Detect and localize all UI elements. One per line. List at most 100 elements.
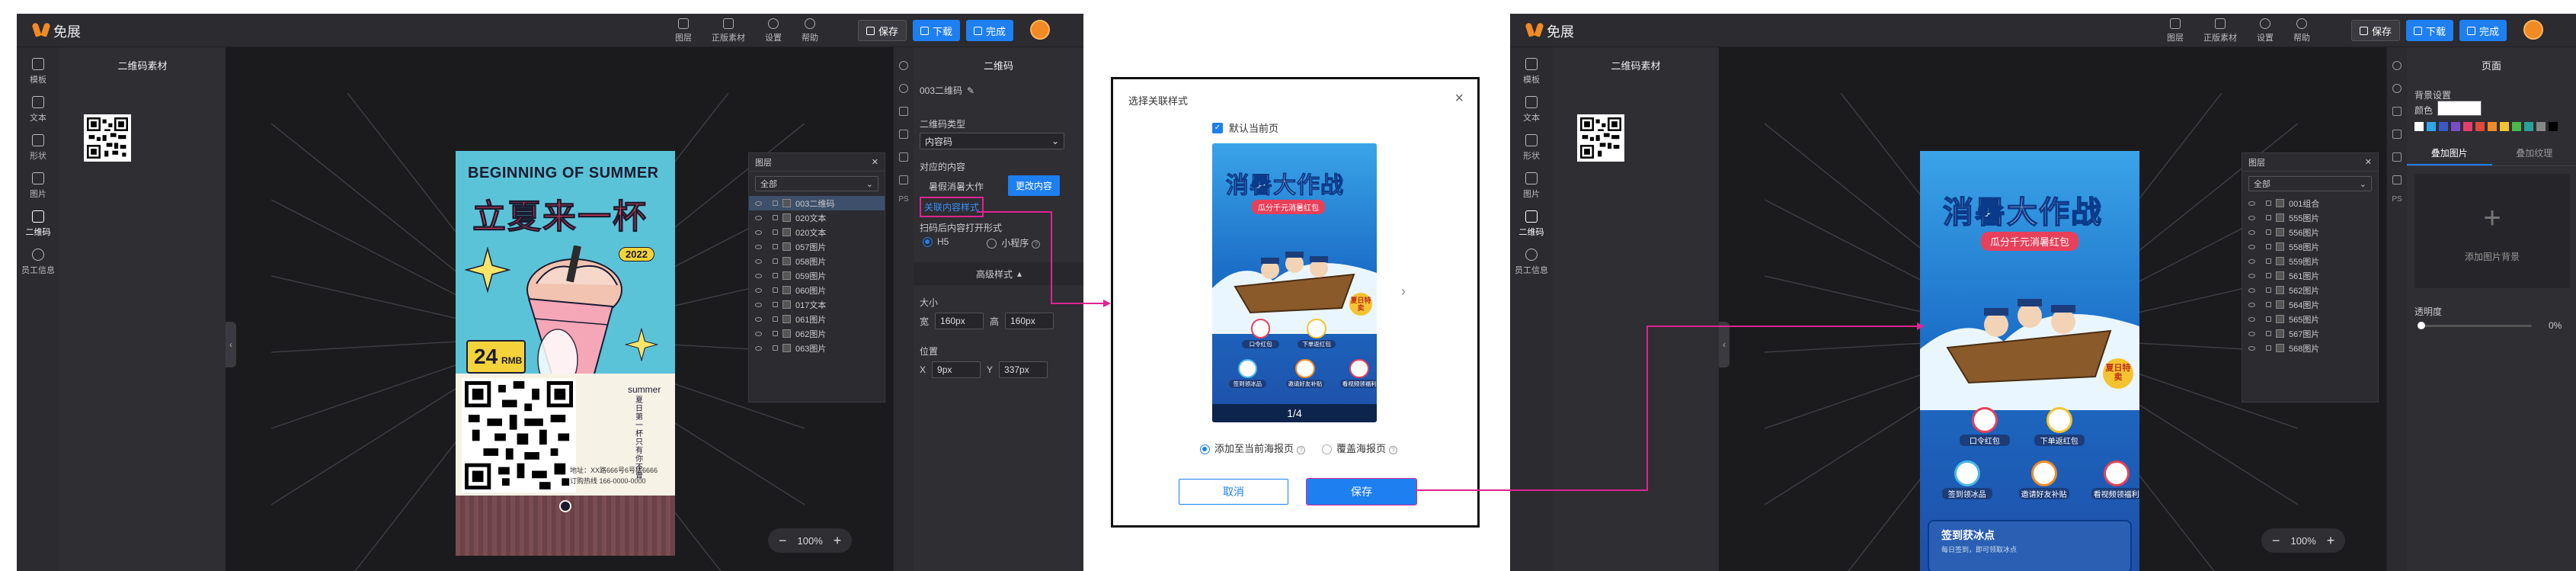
change-content-button[interactable]: 更改内容 [1008, 175, 1061, 196]
lock-icon[interactable] [2266, 273, 2271, 278]
chevron-right-icon[interactable]: › [1401, 284, 1406, 300]
link-style-button[interactable]: 关联内容样式 [920, 197, 984, 217]
layer-filter-select[interactable]: 全部 ⌄ [2248, 176, 2372, 191]
done-button[interactable]: 完成 [2459, 20, 2507, 41]
eye-icon[interactable] [2248, 273, 2255, 278]
sidebar-item-image[interactable]: 图片 [1510, 172, 1553, 200]
tool-settings[interactable]: 设置 [2257, 18, 2274, 43]
sidebar-item-text[interactable]: 文本 [1510, 96, 1553, 124]
download-button[interactable]: 下载 [913, 20, 961, 41]
magnet-icon[interactable] [2392, 152, 2402, 162]
save-button[interactable]: 保存 [858, 20, 907, 41]
layer-row[interactable]: 020文本 [749, 210, 885, 225]
close-icon[interactable]: ✕ [2365, 157, 2372, 167]
tab-overlay-texture[interactable]: 叠加纹理 [2492, 142, 2576, 165]
lock-icon[interactable] [773, 244, 778, 249]
poster-war[interactable]: 消暑大作战 瓜分千元消暑红包 夏日特卖 口令红包 下单返红包 签到领冰品 邀请好友补贴… [1920, 151, 2139, 571]
layer-row[interactable]: 562图片 [2242, 283, 2378, 297]
sidebar-item-text[interactable]: 文本 [17, 96, 59, 124]
tool-licensed-assets[interactable]: 正版素材 [712, 18, 745, 43]
download-button[interactable]: 下载 [2406, 20, 2454, 41]
sidebar-item-template[interactable]: 模板 [1510, 58, 1553, 85]
lock-icon[interactable] [773, 258, 778, 264]
close-icon[interactable]: × [1454, 90, 1464, 107]
opacity-slider-knob[interactable] [2418, 322, 2425, 329]
lock-icon[interactable] [773, 273, 778, 278]
eye-icon[interactable] [755, 287, 762, 293]
undo-icon[interactable] [2392, 61, 2402, 70]
sidebar-item-staff-info[interactable]: 员工信息 [17, 249, 59, 276]
color-swatch[interactable] [2488, 122, 2497, 131]
qrcode-asset-thumbnail[interactable] [84, 114, 131, 162]
collapse-panel-handle[interactable]: ‹ [226, 322, 236, 367]
sidebar-item-qrcode[interactable]: 二维码 [17, 210, 59, 238]
lock-icon[interactable] [2266, 229, 2271, 235]
lock-icon[interactable] [773, 200, 778, 206]
lock-icon[interactable] [773, 345, 778, 351]
qr-type-select[interactable]: 内容码 ⌄ [920, 133, 1064, 149]
layer-row[interactable]: 565图片 [2242, 312, 2378, 326]
zoom-in-button[interactable]: + [2327, 533, 2335, 549]
layer-row[interactable]: 561图片 [2242, 268, 2378, 283]
layer-row[interactable]: 061图片 [749, 312, 885, 326]
lock-icon[interactable] [773, 316, 778, 322]
layer-row[interactable]: 059图片 [749, 268, 885, 283]
sidebar-item-template[interactable]: 模板 [17, 58, 59, 85]
redo-icon[interactable] [2392, 84, 2402, 93]
lock-icon[interactable] [773, 229, 778, 235]
tool-settings[interactable]: 设置 [765, 18, 782, 43]
eye-icon[interactable] [755, 331, 762, 336]
magnet-icon[interactable] [899, 152, 908, 162]
lock-icon[interactable] [773, 302, 778, 307]
eye-icon[interactable] [755, 229, 762, 235]
default-current-page-checkbox[interactable]: ✓ 默认当前页 [1212, 120, 1278, 135]
grid-icon[interactable] [899, 175, 908, 184]
layer-row[interactable]: 558图片 [2242, 239, 2378, 254]
lock-icon[interactable] [2266, 244, 2271, 249]
layer-row[interactable]: 063图片 [749, 341, 885, 355]
layer-row[interactable]: 058图片 [749, 254, 885, 268]
eye-icon[interactable] [2248, 287, 2255, 293]
redo-icon[interactable] [899, 84, 908, 93]
align-icon[interactable] [899, 130, 908, 139]
lock-icon[interactable] [2266, 345, 2271, 351]
undo-icon[interactable] [899, 61, 908, 70]
eye-icon[interactable] [2248, 316, 2255, 322]
radio-add-to-current[interactable]: 添加至当前海报页? [1200, 441, 1306, 455]
element-name[interactable]: 003二维码 ✎ [920, 84, 974, 97]
sidebar-item-staff-info[interactable]: 员工信息 [1510, 249, 1553, 276]
layer-row[interactable]: 556图片 [2242, 225, 2378, 239]
color-swatch[interactable] [2475, 122, 2485, 131]
save-button[interactable]: 保存 [2351, 20, 2401, 41]
color-swatch[interactable] [2500, 122, 2509, 131]
lock-icon[interactable] [2266, 200, 2271, 206]
poster-qrcode[interactable] [462, 378, 576, 492]
lock-icon[interactable] [2266, 258, 2271, 264]
ps-icon[interactable]: PS [894, 195, 914, 204]
eye-icon[interactable] [755, 258, 762, 264]
opacity-slider[interactable] [2418, 322, 2532, 329]
align-icon[interactable] [2392, 130, 2402, 139]
layer-row[interactable]: 567图片 [2242, 326, 2378, 341]
tool-licensed-assets[interactable]: 正版素材 [2203, 18, 2237, 43]
lock-icon[interactable] [2266, 302, 2271, 307]
style-preview[interactable]: 消暑大作战 瓜分千元消暑红包 夏日特卖 口令红包 下单返红包 签到领冰品 邀请好友补贴… [1212, 143, 1377, 422]
sidebar-item-qrcode[interactable]: 二维码 [1510, 210, 1553, 238]
done-button[interactable]: 完成 [966, 20, 1014, 41]
poster-summer[interactable]: BEGINNING OF SUMMER 立夏来一杯 2022 24 RMB su… [456, 151, 675, 556]
color-swatch[interactable] [2451, 122, 2460, 131]
eye-icon[interactable] [2248, 200, 2255, 206]
eye-icon[interactable] [755, 302, 762, 307]
layer-filter-select[interactable]: 全部 ⌄ [755, 176, 878, 191]
color-swatch[interactable] [2549, 122, 2558, 131]
color-swatch[interactable] [2414, 122, 2424, 131]
eye-icon[interactable] [2248, 244, 2255, 249]
color-swatch[interactable] [2524, 122, 2533, 131]
zoom-out-button[interactable]: − [2272, 533, 2280, 549]
tool-help[interactable]: 帮助 [802, 18, 818, 43]
sidebar-item-shape[interactable]: 形状 [17, 134, 59, 162]
lock-icon[interactable] [773, 215, 778, 220]
lock-icon[interactable] [2266, 287, 2271, 293]
layer-row[interactable]: 017文本 [749, 297, 885, 312]
layer-row[interactable]: 564图片 [2242, 297, 2378, 312]
